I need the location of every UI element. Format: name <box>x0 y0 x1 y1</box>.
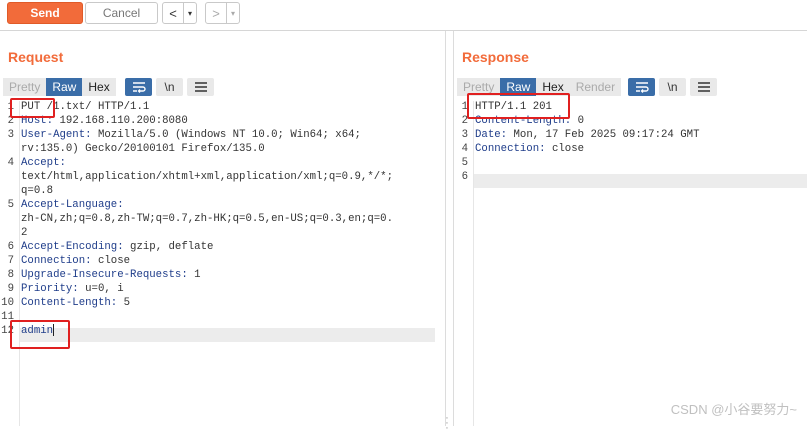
newline-toggle-button[interactable]: \n <box>659 78 686 96</box>
header-name: Accept-Encoding: <box>21 241 124 253</box>
splitter-handle[interactable]: · · · <box>444 413 450 434</box>
forward-nav-group: > ▾ <box>205 2 240 24</box>
header-value: 2 <box>21 227 28 239</box>
header-name: User-Agent: <box>21 129 92 141</box>
request-pane: Request Pretty Raw Hex \n 1 PUT /1.txt/ H… <box>0 31 449 434</box>
chevron-down-icon[interactable]: ▾ <box>183 3 196 23</box>
request-tabs: Pretty Raw Hex <box>3 78 116 96</box>
current-line-highlight <box>474 174 807 188</box>
line-number: 4 <box>7 157 14 169</box>
header-value: gzip, deflate <box>123 241 214 253</box>
header-value: Mozilla/5.0 (Windows NT 10.0; Win64; x64… <box>91 129 361 141</box>
header-value: q=0.8 <box>21 185 54 197</box>
method-highlight-box <box>10 98 55 118</box>
response-pane: Response Pretty Raw Hex Render \n 1 HTTP/… <box>453 31 807 426</box>
line-number: 9 <box>7 283 14 295</box>
header-name: Upgrade-Insecure-Requests: <box>21 269 188 281</box>
code-text: zh-CN,zh;q=0.8,zh-TW;q=0.7,zh-HK;q=0.5,e… <box>21 212 393 226</box>
header-value: u=0, i <box>78 283 124 295</box>
code-text: Accept-Encoding: gzip, deflate <box>21 240 213 254</box>
header-value: close <box>91 255 131 267</box>
header-value: zh-CN,zh;q=0.8,zh-TW;q=0.7,zh-HK;q=0.5,e… <box>21 213 393 225</box>
code-text: Priority: u=0, i <box>21 282 124 296</box>
watermark: CSDN @小谷要努力~ <box>670 402 797 417</box>
header-value: rv:135.0) Gecko/20100101 Firefox/135.0 <box>21 143 265 155</box>
header-value: text/html,application/xhtml+xml,applicat… <box>21 171 393 183</box>
newline-toggle-button[interactable]: \n <box>156 78 183 96</box>
menu-icon[interactable] <box>187 78 214 96</box>
request-title: Request <box>8 49 64 65</box>
wrap-lines-icon[interactable] <box>125 78 152 96</box>
code-text: Accept-Language: <box>21 198 124 212</box>
code-text: Connection: close <box>21 254 130 268</box>
code-text: User-Agent: Mozilla/5.0 (Windows NT 10.0… <box>21 128 361 142</box>
code-text: q=0.8 <box>21 184 53 198</box>
cancel-button[interactable]: Cancel <box>85 2 158 24</box>
line-number: 2 <box>461 115 468 127</box>
send-button[interactable]: Send <box>7 2 83 24</box>
header-name: Priority: <box>21 283 79 295</box>
response-title: Response <box>462 49 529 65</box>
header-value: 5 <box>117 297 131 309</box>
code-text: Date: Mon, 17 Feb 2025 09:17:24 GMT <box>475 128 700 142</box>
line-number: 5 <box>7 199 14 211</box>
line-number: 8 <box>7 269 14 281</box>
code-text: Accept: <box>21 156 66 170</box>
toolbar: Send Cancel < ▾ > ▾ <box>0 0 807 26</box>
line-number: 7 <box>7 255 14 267</box>
line-number: 3 <box>461 129 468 141</box>
line-number: 4 <box>461 143 468 155</box>
code-text: rv:135.0) Gecko/20100101 Firefox/135.0 <box>21 142 265 156</box>
line-number: 10 <box>1 297 14 309</box>
back-nav-group: < ▾ <box>162 2 197 24</box>
code-text: Connection: close <box>475 142 584 156</box>
header-value: 0 <box>571 115 585 127</box>
chevron-right-icon[interactable]: > <box>206 3 226 23</box>
code-text: text/html,application/xhtml+xml,applicat… <box>21 170 393 184</box>
tab-render[interactable]: Render <box>569 78 622 96</box>
line-number: 1 <box>461 101 468 113</box>
tab-raw[interactable]: Raw <box>46 78 83 96</box>
menu-icon[interactable] <box>690 78 717 96</box>
wrap-lines-icon[interactable] <box>628 78 655 96</box>
response-editor[interactable]: 1 HTTP/1.1 201 2 Content-Length: 0 3 Date: Mo… <box>454 93 807 426</box>
header-value: 1 <box>187 269 201 281</box>
header-name: Connection: <box>21 255 92 267</box>
tab-hex[interactable]: Hex <box>82 78 116 96</box>
tab-pretty[interactable]: Pretty <box>3 78 47 96</box>
current-line-highlight <box>20 328 435 342</box>
chevron-left-icon[interactable]: < <box>163 3 183 23</box>
header-value: Mon, 17 Feb 2025 09:17:24 GMT <box>507 129 700 141</box>
header-value: 192.168.110.200:8080 <box>53 115 188 127</box>
line-number: 6 <box>461 171 468 183</box>
code-text: 2 <box>21 226 27 240</box>
line-number: 3 <box>7 129 14 141</box>
request-editor[interactable]: 1 PUT /1.txt/ HTTP/1.1 2 Host: 192.168.110.… <box>0 98 445 426</box>
header-name: Date: <box>475 129 508 141</box>
header-value: close <box>545 143 585 155</box>
code-text: Content-Length: 5 <box>21 296 130 310</box>
header-name: Connection: <box>475 143 546 155</box>
chevron-down-icon[interactable]: ▾ <box>226 3 239 23</box>
code-text: Upgrade-Insecure-Requests: 1 <box>21 268 201 282</box>
header-name: Content-Length: <box>21 297 118 309</box>
body-highlight-box <box>10 320 70 349</box>
line-number: 6 <box>7 241 14 253</box>
line-number: 5 <box>461 157 468 169</box>
header-name: Accept-Language: <box>21 199 124 211</box>
status-highlight-box <box>467 93 570 119</box>
header-name: Accept: <box>21 157 66 169</box>
